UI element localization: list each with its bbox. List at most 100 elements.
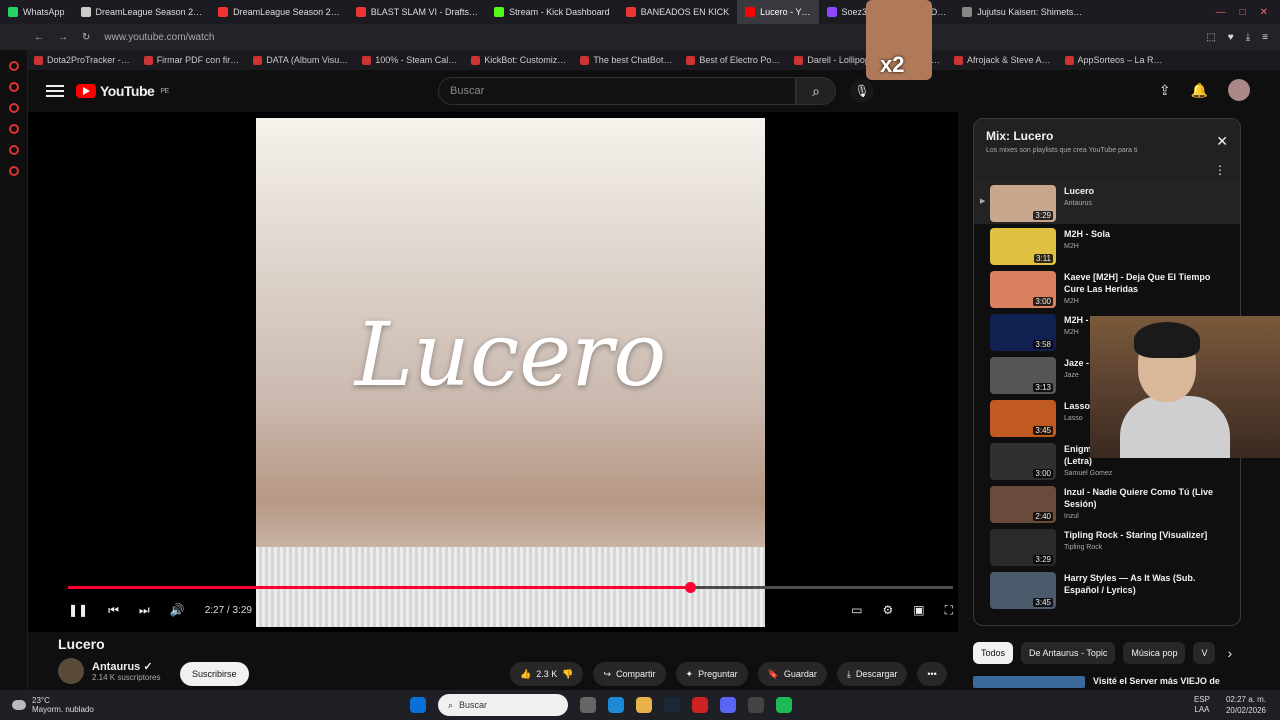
windows-start-icon[interactable] — [410, 697, 426, 713]
heart-icon[interactable]: ♥ — [1228, 32, 1234, 43]
search-input[interactable]: Buscar — [438, 77, 796, 105]
browser-tab[interactable]: BLAST SLAM VI - Drafts… — [348, 0, 486, 24]
sidebar-app-icon[interactable] — [8, 82, 19, 92]
sidebar-app-icon[interactable] — [8, 145, 19, 155]
subscribe-button[interactable]: Suscribirse — [180, 662, 249, 686]
clock[interactable]: 02:27 a. m. 20/02/2026 — [1226, 694, 1266, 716]
avatar[interactable] — [1228, 79, 1250, 101]
sidebar-app-icon[interactable] — [8, 124, 19, 134]
weather-widget[interactable]: 23°C Mayorm. nublado — [0, 696, 94, 714]
previous-icon[interactable]: ⏮ — [108, 603, 119, 618]
spotify-icon[interactable] — [776, 697, 792, 713]
playlist-item[interactable]: 3:45 Harry Styles — As It Was (Sub. Españ… — [974, 568, 1240, 611]
browser-tab[interactable]: Jujutsu Kaisen: Shimets… — [954, 0, 1090, 24]
bookmark-item[interactable]: DATA (Album Visu… — [253, 55, 348, 65]
playlist-item[interactable]: 3:00 Kaeve [M2H] - Deja Que El Tiempo Cur… — [974, 267, 1240, 310]
browser-tab[interactable]: DreamLeague Season 2… — [73, 0, 211, 24]
tab-favicon-icon — [494, 7, 505, 17]
download-label: Descargar — [855, 669, 898, 679]
playlist-item[interactable]: 3:29 Tipling Rock - Staring [Visualizer] T… — [974, 525, 1240, 568]
back-icon[interactable]: ← — [34, 32, 44, 43]
next-video[interactable]: Visité el Server más VIEJO de — [973, 676, 1220, 688]
reload-icon[interactable]: ↻ — [82, 32, 90, 43]
progress-bar[interactable] — [68, 582, 953, 593]
maximize-icon[interactable]: □ — [1240, 7, 1246, 18]
playlist-item[interactable]: ▶ 3:29 Lucero Antaurus — [974, 181, 1240, 224]
theater-icon[interactable]: ▣ — [913, 603, 924, 618]
pause-icon[interactable]: ❚❚ — [68, 603, 88, 617]
bookmark-label: The best ChatBot… — [593, 55, 673, 65]
channel-name[interactable]: Antaurus ✓ — [92, 660, 160, 673]
fullscreen-icon[interactable]: ⛶ — [945, 603, 953, 618]
bookmark-item[interactable]: KickBot: Customiz… — [471, 55, 566, 65]
browser-tab[interactable]: Stream - Kick Dashboard — [486, 0, 618, 24]
filter-chip[interactable]: De Antaurus - Topic — [1021, 642, 1116, 664]
filter-chip[interactable]: V — [1193, 642, 1216, 664]
ask-button[interactable]: ✦ Preguntar — [675, 662, 748, 686]
bookmark-item[interactable]: AppSorteos – La R… — [1064, 55, 1163, 65]
discord-icon[interactable] — [720, 697, 736, 713]
progress-fill — [68, 586, 691, 589]
browser-tab[interactable]: Lucero - Y… — [737, 0, 819, 24]
chevron-right-icon[interactable]: › — [1227, 645, 1232, 661]
thumbs-down-icon[interactable]: 👎 — [562, 669, 573, 680]
bookmark-label: DATA (Album Visu… — [266, 55, 349, 65]
next-icon[interactable]: ⏭ — [139, 603, 150, 618]
save-button[interactable]: 🔖 Guardar — [757, 662, 827, 686]
playlist-item[interactable]: 2:40 Inzul - Nadie Quiere Como Tú (Live S… — [974, 482, 1240, 525]
close-icon[interactable]: ✕ — [1216, 133, 1228, 150]
opera-icon[interactable] — [692, 697, 708, 713]
extension-icon[interactable]: ⬚ — [1206, 32, 1215, 43]
download-button[interactable]: ⤓ Descargar — [836, 662, 908, 686]
close-window-icon[interactable]: ✕ — [1260, 7, 1268, 18]
hamburger-menu-icon[interactable] — [46, 85, 64, 97]
like-button[interactable]: 👍 2.3 K 👎 — [510, 662, 584, 686]
volume-icon[interactable]: 🔊 — [170, 603, 185, 617]
video-player[interactable]: Lucero ❚❚ ⏮ ⏭ 🔊 2:27 / 3:29 ▭ ⚙ ▣ ⛶ — [28, 112, 958, 632]
bookmark-item[interactable]: 100% - Steam Cal… — [362, 55, 457, 65]
taskbar: 23°C Mayorm. nublado ⌕ Buscar ESP LAA 02:2… — [0, 690, 1280, 720]
minimize-icon[interactable]: — — [1216, 7, 1226, 18]
mic-icon[interactable]: 🎙 — [850, 79, 874, 103]
filter-chip[interactable]: Música pop — [1123, 642, 1186, 664]
browser-tab[interactable]: BANEADOS EN KICK — [618, 0, 738, 24]
menu-icon[interactable]: ≡ — [1262, 32, 1268, 43]
bookmark-item[interactable]: Best of Electro Po… — [686, 55, 780, 65]
more-vert-icon[interactable]: ⋮ — [1214, 163, 1226, 177]
obs-icon[interactable] — [748, 697, 764, 713]
channel-avatar[interactable] — [58, 658, 84, 684]
bookmark-item[interactable]: Afrojack & Steve A… — [953, 55, 1051, 65]
sidebar-app-icon[interactable] — [8, 103, 19, 113]
edge-icon[interactable] — [608, 697, 624, 713]
bookmark-item[interactable]: Firmar PDF con fir… — [143, 55, 240, 65]
bell-icon[interactable]: 🔔 — [1191, 82, 1208, 99]
forward-icon[interactable]: → — [58, 32, 68, 43]
playlist-subtitle: Los mixes son playlists que crea YouTube… — [986, 147, 1138, 154]
upload-icon[interactable]: ⇪ — [1159, 82, 1171, 99]
language-indicator[interactable]: ESP LAA — [1194, 695, 1210, 715]
download-icon[interactable]: ⤓ — [1246, 32, 1250, 43]
filter-chip[interactable]: Todos — [973, 642, 1014, 664]
bookmark-item[interactable]: The best ChatBot… — [580, 55, 672, 65]
sidebar-app-icon[interactable] — [8, 166, 19, 176]
sidebar-app-icon[interactable] — [8, 61, 19, 71]
browser-tab[interactable]: DreamLeague Season 2… — [210, 0, 348, 24]
bookmark-label: KickBot: Customiz… — [484, 55, 567, 65]
bookmark-item[interactable]: Dota2ProTracker -… — [34, 55, 130, 65]
settings-icon[interactable]: ⚙ — [882, 603, 893, 618]
next-video-title: Visité el Server más VIEJO de — [1093, 676, 1220, 686]
playlist-item[interactable]: 3:11 M2H - Sola M2H — [974, 224, 1240, 267]
search-button[interactable]: ⌕ — [796, 77, 836, 105]
url-field[interactable]: www.youtube.com/watch — [104, 32, 214, 43]
task-view-icon[interactable] — [580, 697, 596, 713]
subtitles-icon[interactable]: ▭ — [851, 603, 862, 618]
youtube-logo[interactable]: YouTube PE — [76, 83, 169, 99]
share-button[interactable]: ↪ Compartir — [593, 662, 666, 686]
browser-tab[interactable]: WhatsApp — [0, 0, 73, 24]
temperature: 23°C — [32, 696, 50, 705]
taskbar-search[interactable]: ⌕ Buscar — [438, 694, 568, 716]
bookmark-label: Firmar PDF con fir… — [156, 55, 240, 65]
steam-icon[interactable] — [664, 697, 680, 713]
more-actions-button[interactable]: ••• — [917, 662, 947, 686]
file-explorer-icon[interactable] — [636, 697, 652, 713]
